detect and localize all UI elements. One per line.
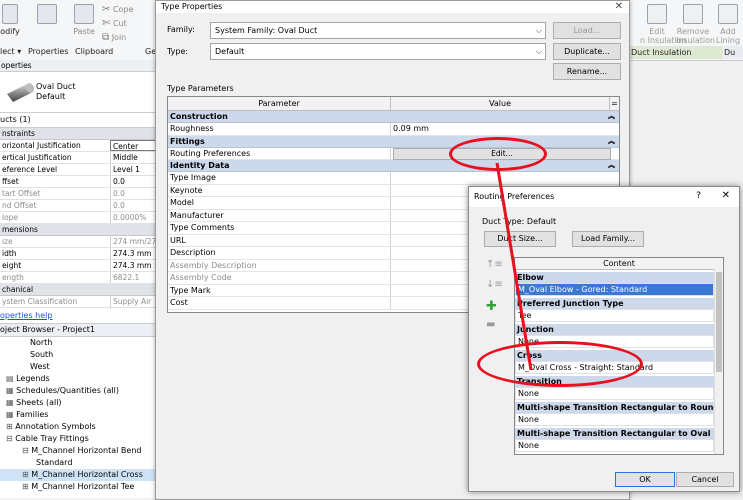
annotation-arrow	[495, 162, 533, 371]
